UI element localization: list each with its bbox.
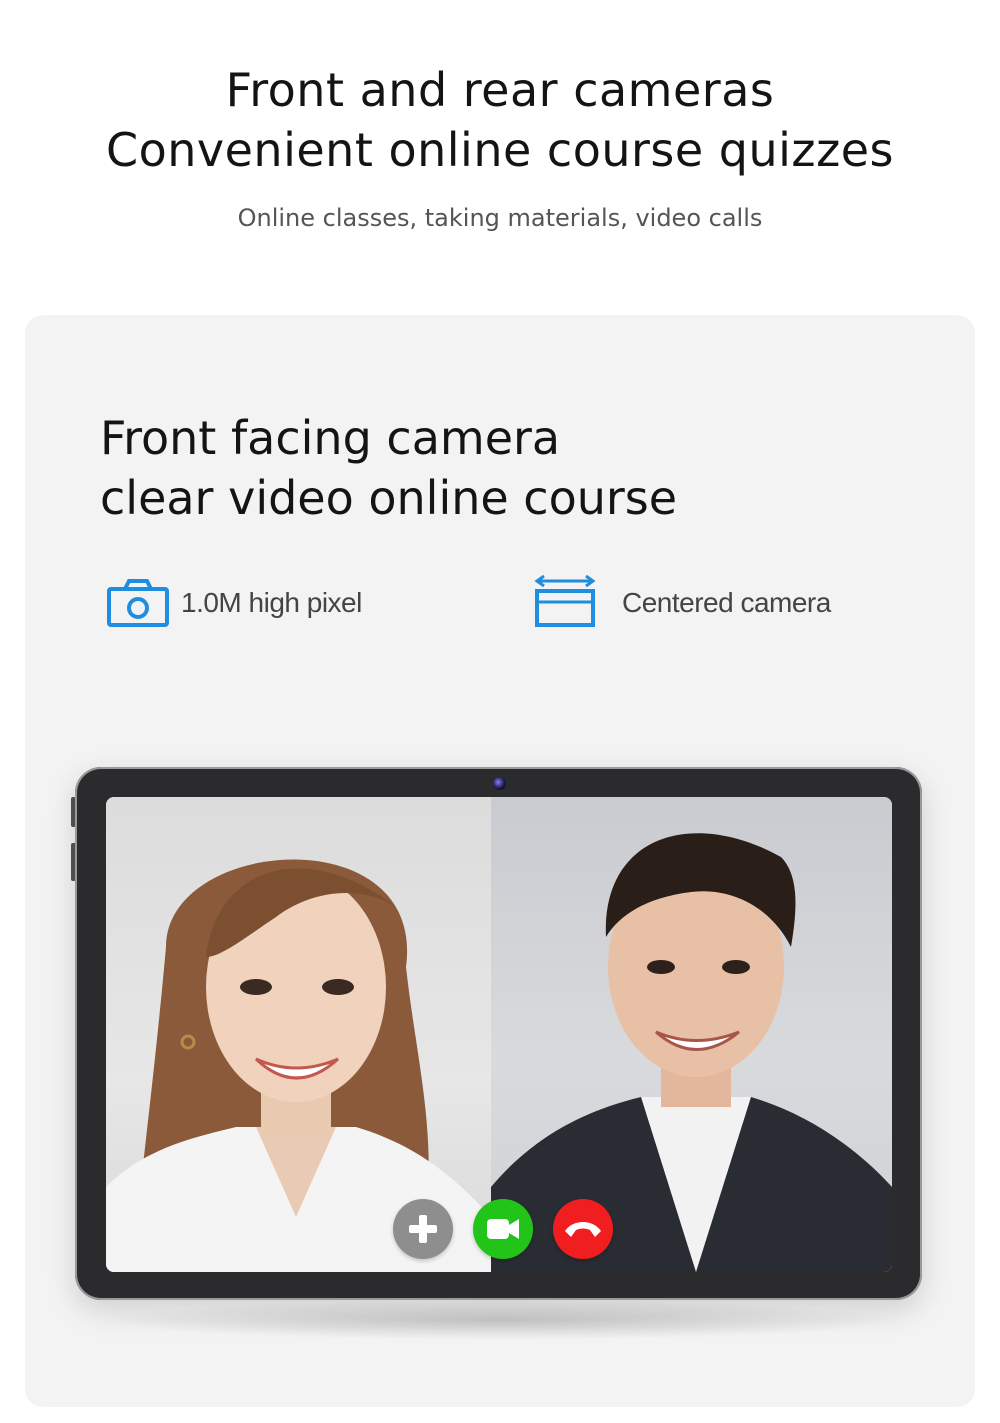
panel-title-line-1: Front facing camera bbox=[100, 411, 561, 465]
tablet-shadow bbox=[95, 1300, 905, 1340]
feature-centered-camera: Centered camera bbox=[532, 575, 831, 631]
hero-subtitle: Online classes, taking materials, video … bbox=[237, 204, 763, 232]
hero-title-line-1: Front and rear cameras bbox=[225, 63, 775, 117]
toggle-video-button[interactable] bbox=[473, 1199, 533, 1259]
plus-icon bbox=[409, 1215, 437, 1243]
feature-label-high-pixel: 1.0M high pixel bbox=[181, 587, 362, 618]
man-avatar-illustration bbox=[491, 833, 892, 1272]
centered-frame-icon bbox=[534, 575, 596, 627]
feature-label-centered-camera: Centered camera bbox=[622, 587, 831, 618]
panel-title: Front facing camera clear video online c… bbox=[100, 408, 677, 528]
caller-video-man bbox=[491, 797, 892, 1272]
video-camera-icon bbox=[487, 1219, 519, 1239]
camera-icon bbox=[107, 579, 169, 627]
panel-title-line-2: clear video online course bbox=[100, 471, 678, 525]
hang-up-icon bbox=[565, 1222, 601, 1237]
front-camera-lens bbox=[493, 777, 506, 790]
add-participant-button[interactable] bbox=[393, 1199, 453, 1259]
hero-title-line-2: Convenient online course quizzes bbox=[105, 123, 894, 177]
hero-title: Front and rear cameras Convenient online… bbox=[0, 60, 1000, 180]
end-call-button[interactable] bbox=[553, 1199, 613, 1259]
feature-high-pixel: 1.0M high pixel bbox=[105, 575, 362, 631]
